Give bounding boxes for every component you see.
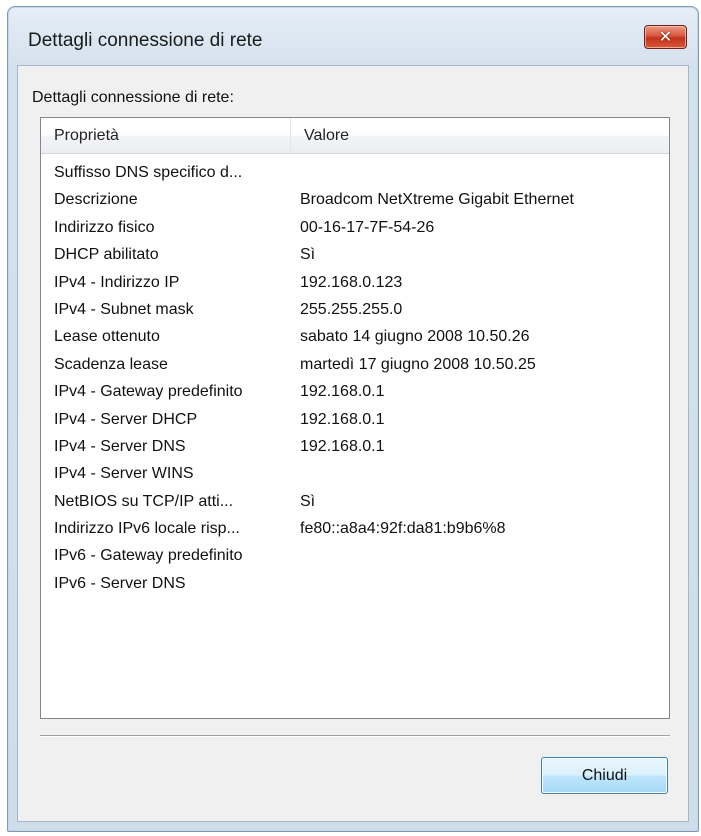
row-property: IPv4 - Server DHCP (54, 410, 198, 428)
row-property: Indirizzo IPv6 locale risp... (54, 520, 240, 538)
row-value: Sì (300, 246, 316, 264)
window-title: Dettagli connessione di rete (28, 30, 263, 51)
list-rows: Suffisso DNS specifico d... Descrizione Br… (41, 159, 669, 597)
row-property: Lease ottenuto (54, 328, 160, 346)
row-property: NetBIOS su TCP/IP atti... (54, 492, 234, 510)
list-row[interactable]: IPv6 - Server DNS (41, 570, 669, 597)
title-bar[interactable]: Dettagli connessione di rete ✕ (8, 7, 698, 65)
list-row[interactable]: Suffisso DNS specifico d... (41, 159, 669, 186)
row-property: IPv4 - Server DNS (54, 437, 186, 455)
row-property: IPv6 - Server DNS (54, 574, 186, 592)
list-row[interactable]: NetBIOS su TCP/IP atti... Sì (41, 488, 669, 515)
row-property: DHCP abilitato (54, 246, 159, 264)
row-value: 192.168.0.1 (300, 383, 385, 401)
row-value: 00-16-17-7F-54-26 (300, 218, 435, 236)
row-value: 192.168.0.1 (300, 437, 385, 455)
list-row[interactable]: IPv4 - Subnet mask 255.255.255.0 (41, 296, 669, 323)
details-label: Dettagli connessione di rete: (32, 89, 234, 106)
list-row[interactable]: IPv4 - Server DNS 192.168.0.1 (41, 433, 669, 460)
row-value: 192.168.0.1 (300, 410, 385, 428)
row-property: Descrizione (54, 191, 138, 209)
column-header-value[interactable]: Valore (291, 118, 669, 153)
list-row[interactable]: Lease ottenuto sabato 14 giugno 2008 10.5… (41, 323, 669, 350)
list-row[interactable]: Indirizzo IPv6 locale risp... fe80::a8a4:… (41, 515, 669, 542)
dialog-body: Dettagli connessione di rete: Proprietà … (17, 65, 689, 822)
list-row[interactable]: IPv4 - Indirizzo IP 192.168.0.123 (41, 269, 669, 296)
row-value: fe80::a8a4:92f:da81:b9b6%8 (300, 520, 506, 538)
separator (40, 735, 670, 737)
row-value: martedì 17 giugno 2008 10.50.25 (300, 355, 536, 373)
list-row[interactable]: IPv6 - Gateway predefinito (41, 542, 669, 569)
list-row[interactable]: Scadenza lease martedì 17 giugno 2008 10.… (41, 351, 669, 378)
row-property: Indirizzo fisico (54, 218, 155, 236)
row-property: IPv4 - Subnet mask (54, 300, 194, 318)
row-value: sabato 14 giugno 2008 10.50.26 (300, 328, 530, 346)
row-value: 255.255.255.0 (300, 300, 403, 318)
list-row[interactable]: Indirizzo fisico 00-16-17-7F-54-26 (41, 214, 669, 241)
row-property: Scadenza lease (54, 355, 168, 373)
row-property: Suffisso DNS specifico d... (54, 164, 243, 181)
list-row[interactable]: IPv4 - Server WINS (41, 460, 669, 487)
row-value: 192.168.0.123 (300, 273, 403, 291)
close-window-button[interactable]: ✕ (644, 25, 687, 49)
row-value: Broadcom NetXtreme Gigabit Ethernet (300, 191, 574, 209)
row-property: IPv6 - Gateway predefinito (54, 547, 243, 565)
list-row[interactable]: IPv4 - Server DHCP 192.168.0.1 (41, 406, 669, 433)
network-connection-details-dialog: Dettagli connessione di rete ✕ Dettagli … (7, 6, 699, 832)
list-header: Proprietà Valore (41, 118, 669, 154)
row-property: IPv4 - Server WINS (54, 465, 194, 483)
close-button[interactable]: Chiudi (541, 757, 668, 794)
row-property: IPv4 - Gateway predefinito (54, 383, 243, 401)
details-list[interactable]: Proprietà Valore Suffisso DNS specifico … (40, 117, 670, 719)
close-icon: ✕ (658, 27, 673, 46)
row-value: Sì (300, 492, 316, 510)
list-row[interactable]: DHCP abilitato Sì (41, 241, 669, 268)
list-row[interactable]: IPv4 - Gateway predefinito 192.168.0.1 (41, 378, 669, 405)
row-property: IPv4 - Indirizzo IP (54, 273, 180, 291)
list-row[interactable]: Descrizione Broadcom NetXtreme Gigabit Et… (41, 186, 669, 213)
column-header-property[interactable]: Proprietà (41, 118, 291, 153)
